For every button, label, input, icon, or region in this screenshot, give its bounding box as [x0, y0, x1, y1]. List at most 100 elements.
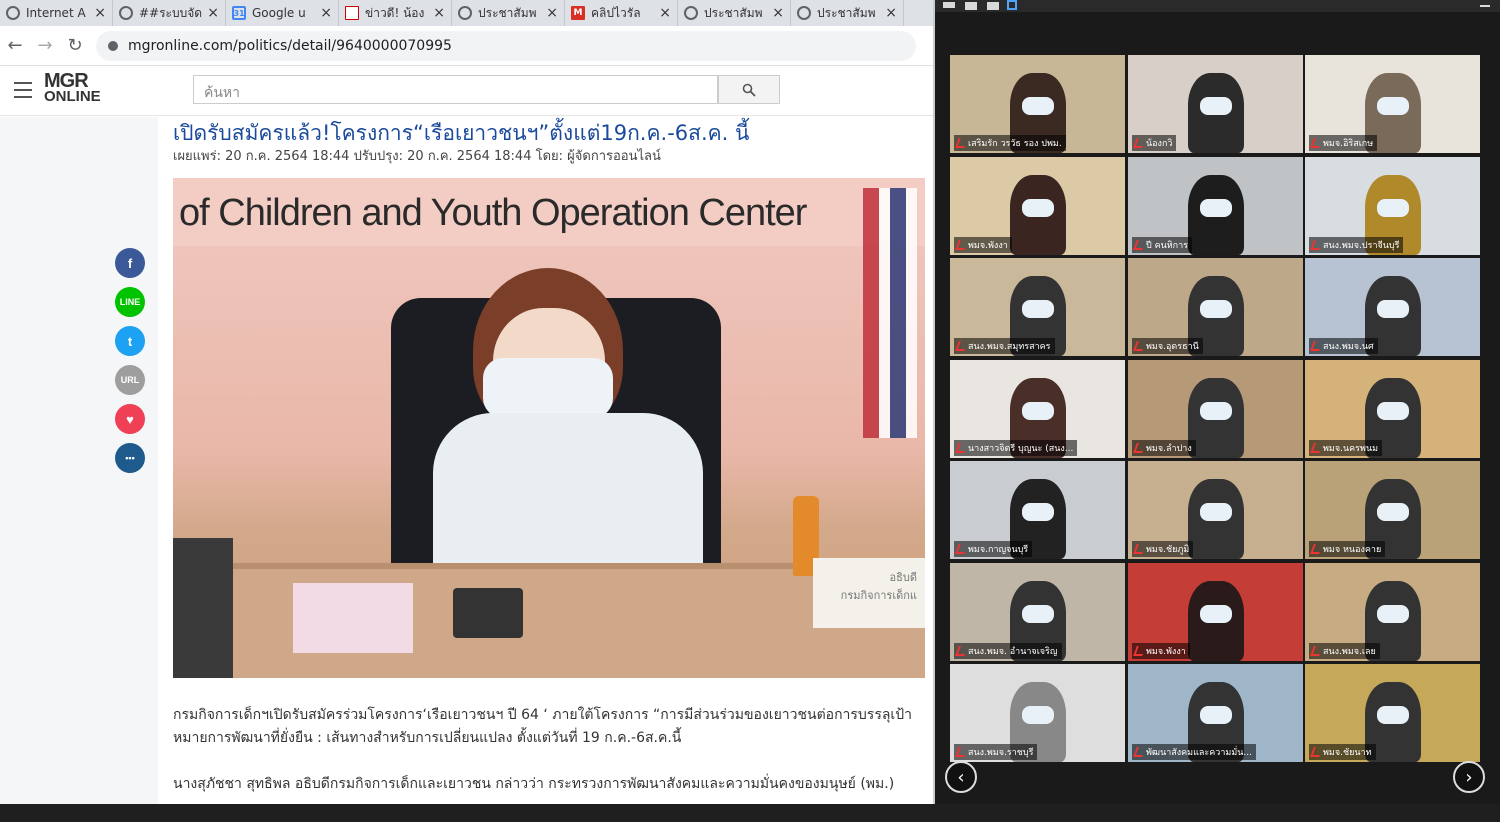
forward-arrow-icon[interactable]: →	[30, 35, 60, 56]
face-mask	[1022, 300, 1054, 318]
logo-top: MGR	[44, 70, 89, 92]
tissue-box	[293, 583, 413, 653]
browser-window: Internet A × ##ระบบจัด × 31 Google u × ข่าวดี! …	[0, 0, 933, 804]
url-text: mgronline.com/politics/detail/9640000070…	[128, 37, 452, 54]
tab-title: ประชาสัมพ	[704, 5, 763, 20]
conference-toolbar	[935, 0, 1500, 12]
previous-page-button[interactable]: ‹	[945, 761, 977, 793]
globe-icon	[797, 6, 811, 20]
nameplate-line-2: กรมกิจการเด็กแ	[840, 589, 917, 602]
share-facebook-button[interactable]: f	[115, 248, 145, 278]
hamburger-menu-icon[interactable]	[14, 82, 32, 98]
participant-name-label: เสริมรัก วรวัธ รอง ปพม.	[954, 135, 1066, 151]
face-mask	[1377, 706, 1409, 724]
tab-close-icon[interactable]: ×	[320, 5, 332, 21]
face-mask	[1022, 706, 1054, 724]
face-mask	[1200, 604, 1232, 623]
browser-tab[interactable]: ##ระบบจัด ×	[113, 0, 226, 26]
browser-tab[interactable]: ข่าวดี! น้อง ×	[339, 0, 452, 26]
participant-name-label: พมจ.อุดรธานี	[1132, 338, 1203, 354]
news-icon	[345, 6, 359, 20]
participant-video-tile[interactable]: สนง.พมจ.เลย	[1305, 562, 1480, 661]
participant-video-tile[interactable]: นางสาวจิตรี บุญนะ (สนง...	[950, 359, 1125, 458]
participant-video-tile[interactable]: พมจ.พังงา	[950, 156, 1125, 255]
video-conference-window: เสริมรัก วรวัธ รอง ปพม. น้องกวิ พมจ.อิริสเ…	[933, 0, 1500, 804]
participant-video-tile[interactable]: พัฒนาสังคมและความมั่น...	[1128, 664, 1303, 762]
tab-close-icon[interactable]: ×	[94, 5, 106, 21]
browser-tab[interactable]: ประชาสัมพ ×	[791, 0, 904, 26]
tab-close-icon[interactable]: ×	[546, 5, 558, 21]
share-comment-button[interactable]: •••	[115, 443, 145, 473]
share-url-button[interactable]: URL	[115, 365, 145, 395]
face-mask	[1377, 604, 1409, 623]
search-button[interactable]	[718, 75, 780, 104]
share-pocket-button[interactable]: ♥	[115, 404, 145, 434]
url-field[interactable]: mgronline.com/politics/detail/9640000070…	[96, 30, 916, 61]
share-line-button[interactable]: LINE	[115, 287, 145, 317]
taskbar	[0, 804, 1500, 822]
face-mask	[1200, 198, 1232, 217]
gallery-view-icon[interactable]	[1007, 0, 1017, 10]
participant-video-tile[interactable]: พมจ.ชัยนาท	[1305, 664, 1480, 762]
tab-close-icon[interactable]: ×	[433, 5, 445, 21]
next-page-button[interactable]: ›	[1453, 761, 1485, 793]
tab-close-icon[interactable]: ×	[659, 5, 671, 21]
browser-tab[interactable]: M คลิปไวรัล ×	[565, 0, 678, 26]
participant-video-tile[interactable]: สนง.พมจ.ปราจีนบุรี	[1305, 156, 1480, 255]
participant-name-label: พัฒนาสังคมและความมั่น...	[1132, 744, 1256, 760]
participant-video-tile[interactable]: ปี คนหิการ	[1128, 156, 1303, 255]
participant-video-tile[interactable]: พมจ หนองคาย	[1305, 461, 1480, 559]
participant-name-label: นางสาวจิตรี บุญนะ (สนง...	[954, 439, 1078, 456]
window-icon[interactable]	[965, 2, 977, 10]
browser-tab[interactable]: ประชาสัมพ ×	[678, 0, 791, 26]
participant-video-tile[interactable]: สนง.พมจ.สมุทรสาคร	[950, 258, 1125, 356]
participant-name-label: สนง.พมจ. อำนาจเจริญ	[954, 642, 1062, 659]
article-photo[interactable]: of Children and Youth Operation Center อ…	[173, 178, 925, 678]
participant-video-tile[interactable]: พมจ.พังงา	[1128, 562, 1303, 661]
participant-name-label: พมจ.อิริสเกษ	[1309, 135, 1378, 151]
participant-video-tile[interactable]: พมจ.อิริสเกษ	[1305, 55, 1480, 153]
laptop	[173, 538, 233, 678]
back-arrow-icon[interactable]: ←	[0, 35, 30, 56]
mgr-online-logo[interactable]: MGR ONLINE	[44, 70, 101, 104]
reload-icon[interactable]: ↻	[60, 35, 90, 56]
participant-video-tile[interactable]: พมจ.นครพนม	[1305, 359, 1480, 458]
google-calendar-icon: 31	[232, 6, 246, 20]
participant-video-tile[interactable]: พมจ.กาญจนบุรี	[950, 461, 1125, 559]
tab-close-icon[interactable]: ×	[885, 5, 897, 21]
participant-video-tile[interactable]: น้องกวิ	[1128, 55, 1303, 153]
search-input[interactable]: ค้นหา	[193, 75, 718, 104]
participant-name-label: พมจ หนองคาย	[1309, 541, 1386, 557]
mail-icon: M	[571, 6, 585, 20]
article-meta: เผยแพร่: 20 ก.ค. 2564 18:44 ปรับปรุง: 20…	[173, 149, 661, 164]
participant-name-label: น้องกวิ	[1132, 135, 1177, 151]
participant-name-label: ปี คนหิการ	[1132, 236, 1193, 253]
participant-video-tile[interactable]: สนง.พมจ.ราชบุรี	[950, 664, 1125, 762]
globe-icon	[6, 6, 20, 20]
participant-video-tile[interactable]: พมจ.ชัยภูมิ	[1128, 461, 1303, 559]
layout-icon[interactable]	[987, 2, 999, 10]
tab-title: ข่าวดี! น้อง	[365, 5, 425, 20]
face-mask	[1377, 198, 1409, 217]
tab-title: Google u	[252, 6, 306, 20]
participant-name-label: พมจ.ลำปาง	[1132, 439, 1196, 456]
share-twitter-button[interactable]: t	[115, 326, 145, 356]
participant-video-tile[interactable]: เสริมรัก วรวัธ รอง ปพม.	[950, 55, 1125, 153]
browser-tab[interactable]: 31 Google u ×	[226, 0, 339, 26]
browser-tab[interactable]: ประชาสัมพ ×	[452, 0, 565, 26]
participant-video-tile[interactable]: สนง.พมจ. อำนาจเจริญ	[950, 562, 1125, 661]
tab-title: คลิปไวรัล	[591, 5, 641, 20]
nameplate-line-1: อธิบดี	[889, 571, 917, 584]
tab-close-icon[interactable]: ×	[207, 5, 219, 21]
minimize-icon[interactable]	[943, 2, 955, 8]
participant-video-tile[interactable]: พมจ.ลำปาง	[1128, 359, 1303, 458]
face-mask	[1377, 300, 1409, 318]
participant-video-tile[interactable]: พมจ.อุดรธานี	[1128, 258, 1303, 356]
browser-tab[interactable]: Internet A ×	[0, 0, 113, 26]
face-mask	[483, 358, 613, 418]
tab-close-icon[interactable]: ×	[772, 5, 784, 21]
participant-video-tile[interactable]: สนง.พมจ.นศ	[1305, 258, 1480, 356]
window-minimize-icon[interactable]	[1480, 5, 1490, 7]
participant-name-label: สนง.พมจ.นศ	[1309, 338, 1378, 354]
tab-title: ##ระบบจัด	[139, 5, 203, 20]
